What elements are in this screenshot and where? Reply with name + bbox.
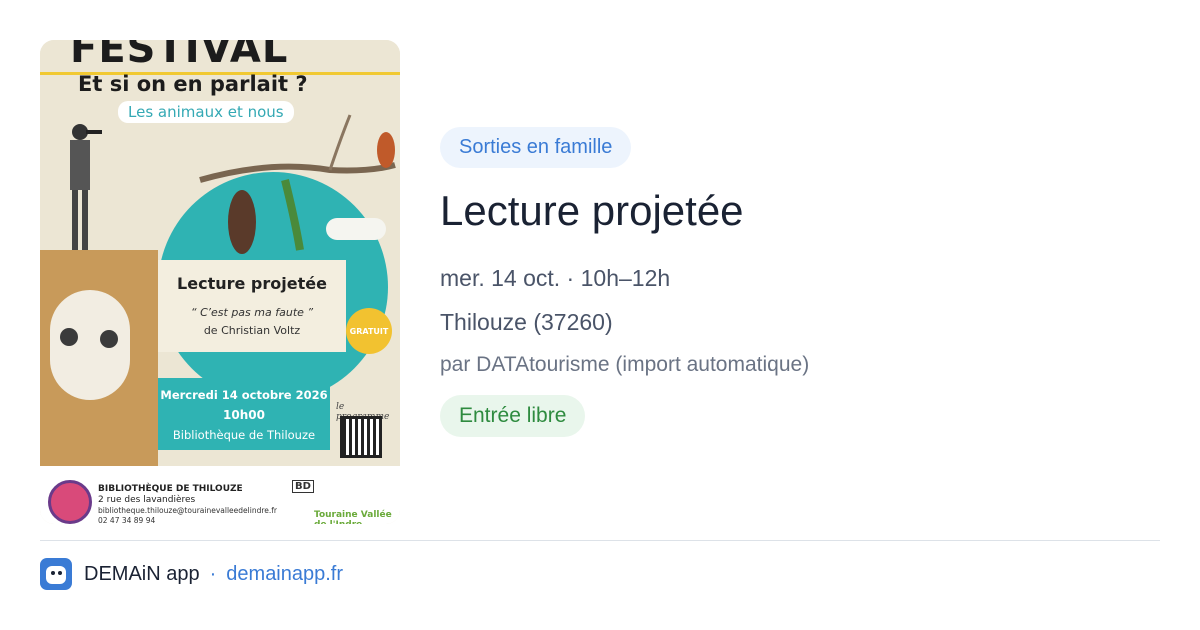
poster-headline: Et si on en parlait ? <box>78 72 308 96</box>
price-badge: Entrée libre <box>440 395 586 437</box>
poster-branch-with-bat-and-bird <box>199 114 396 254</box>
poster-library-name: BIBLIOTHÈQUE DE THILOUZE <box>98 484 243 494</box>
poster-time: 10h00 <box>223 408 265 422</box>
poster-qr-code <box>340 416 382 458</box>
footer: DEMAiN app · demainapp.fr <box>40 558 343 590</box>
poster-free-starburst: GRATUIT <box>346 308 392 354</box>
poster-library-phone: 02 47 34 89 94 <box>98 516 156 524</box>
poster-festival-heading: FESTIVAL <box>70 40 289 72</box>
poster-date-box: Mercredi 14 octobre 2026 10h00 Bibliothè… <box>158 378 330 450</box>
poster-library-email: bibliotheque.thilouze@tourainevalleedeli… <box>98 506 277 515</box>
poster-library-address: 2 rue des lavandières <box>98 495 196 505</box>
poster-partner-touraine-logo: Touraine Vallée de l'Indre <box>314 510 392 524</box>
poster-date: Mercredi 14 octobre 2026 <box>160 388 328 402</box>
footer-divider <box>40 540 1160 541</box>
poster-footer-band: BIBLIOTHÈQUE DE THILOUZE 2 rue des lavan… <box>40 466 400 524</box>
event-source: par DATAtourisme (import automatique) <box>440 353 810 376</box>
poster-place: Bibliothèque de Thilouze <box>172 428 316 442</box>
event-location: Thilouze (37260) <box>440 309 613 335</box>
app-name: DEMAiN app <box>84 562 200 585</box>
poster-partner-bd-logo: BD <box>292 480 314 493</box>
poster-artwork: FESTIVAL Et si on en parlait ? Les anima… <box>40 40 400 466</box>
library-logo-icon <box>48 480 92 524</box>
poster-cow-illustration <box>40 250 158 466</box>
event-datetime: mer. 14 oct. · 10h–12h <box>440 265 671 291</box>
poster-book-author: de Christian Voltz <box>203 324 301 337</box>
poster-event-title: Lecture projetée <box>177 274 327 293</box>
poster-book-title: “ C’est pas ma faute ” <box>190 306 314 319</box>
event-poster-image: FESTIVAL Et si on en parlait ? Les anima… <box>40 40 400 524</box>
demain-app-icon <box>40 558 72 590</box>
poster-event-box: Lecture projetée “ C’est pas ma faute ” … <box>158 260 346 352</box>
category-badge[interactable]: Sorties en famille <box>440 127 632 168</box>
event-title: Lecture projetée <box>440 187 744 234</box>
app-domain-link[interactable]: demainapp.fr <box>226 563 343 586</box>
footer-separator: · <box>209 562 217 585</box>
